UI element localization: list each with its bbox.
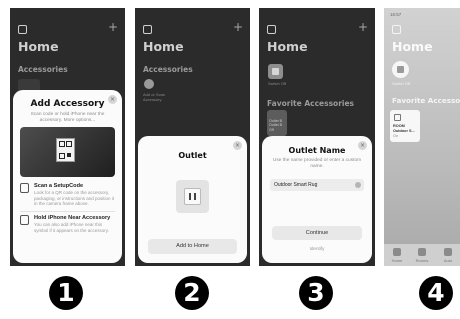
continue-button[interactable]: Continue <box>272 226 362 240</box>
step-number-2: 2 <box>175 276 209 310</box>
switch-icon <box>272 68 279 75</box>
switch-tile[interactable] <box>268 64 283 79</box>
qr-code-icon <box>56 138 75 162</box>
page-title: Home <box>267 39 308 54</box>
option-title: Scan a SetupCode <box>34 183 84 189</box>
status-time: 16:57 <box>390 12 402 17</box>
divider <box>20 211 115 212</box>
sheet-title: Add Accessory <box>30 99 105 109</box>
home-icon <box>143 25 152 34</box>
section-favorite-accessories: Favorite Accessories <box>267 99 355 108</box>
tab-home-label: Home <box>391 258 403 263</box>
switch-tile[interactable] <box>392 61 409 78</box>
section-accessories: Accessories <box>18 65 68 74</box>
sheet-subtitle: Use the name provided or enter a custom … <box>272 158 362 169</box>
sheet-title: Outlet Name <box>288 146 346 155</box>
identify-link[interactable]: Identify <box>262 246 372 251</box>
qr-code-icon <box>20 183 29 193</box>
home-icon <box>267 25 276 34</box>
switch-tile-label: Switch Off <box>268 81 287 86</box>
favorite-tile-name: ROOM Outdoor S... <box>393 124 415 133</box>
outlet-icon <box>176 180 209 213</box>
nfc-icon <box>20 215 29 225</box>
page-title: Home <box>392 39 433 54</box>
close-icon[interactable]: × <box>233 141 242 150</box>
favorite-accessory-tile[interactable]: ROOM Outdoor S... On <box>390 110 420 142</box>
switch-icon <box>397 66 404 73</box>
add-icon[interactable]: + <box>108 21 118 33</box>
home-icon <box>18 25 27 34</box>
page-title: Home <box>143 39 184 54</box>
home-tab-icon[interactable] <box>393 248 401 256</box>
section-favorite-accessories: Favorite Accessories <box>392 96 460 105</box>
rooms-tab-icon[interactable] <box>418 248 426 256</box>
page-title: Home <box>18 39 59 54</box>
option-description: You can also add iPhone near this symbol… <box>34 222 109 233</box>
add-accessory-tile-icon[interactable] <box>144 79 154 89</box>
screen-home-complete: 16:57 Home Switch Off Favorite Accessori… <box>384 8 460 266</box>
tab-bar: Home Rooms Auto <box>384 244 460 266</box>
camera-viewfinder[interactable] <box>20 127 115 177</box>
screen-add-accessory: + Home Accessories × Add Accessory Scan … <box>10 8 125 266</box>
clear-icon[interactable] <box>355 182 361 188</box>
switch-tile-label: Switch Off <box>392 81 411 86</box>
input-value: Outdoor Smart Rug <box>274 182 318 188</box>
favorite-tile-label: Outlet B Outlet B Off <box>269 119 282 132</box>
option-title: Hold iPhone Near Accessory <box>34 215 111 221</box>
automation-tab-icon[interactable] <box>444 248 452 256</box>
add-accessory-sheet: × Add Accessory Scan code or hold iPhone… <box>13 90 122 263</box>
option-description: Look for a QR code on the accessory, pac… <box>34 190 115 206</box>
add-to-home-button[interactable]: Add to Home <box>148 239 237 254</box>
sheet-title: Outlet <box>178 151 207 160</box>
step-number-3: 3 <box>299 276 333 310</box>
tab-automation-label: Auto <box>443 258 453 263</box>
outlet-icon <box>394 114 401 121</box>
favorite-accessory-tile[interactable]: Outlet B Outlet B Off <box>267 110 287 136</box>
home-icon <box>392 25 401 34</box>
sheet-subtitle: Scan code or hold iPhone near the access… <box>30 112 105 123</box>
tab-rooms-label: Rooms <box>415 258 429 263</box>
section-accessories: Accessories <box>143 65 193 74</box>
add-icon[interactable]: + <box>358 21 368 33</box>
outlet-sheet: × Outlet Add to Home <box>138 136 247 263</box>
favorite-tile-state: On <box>393 134 399 138</box>
add-icon[interactable]: + <box>233 21 243 33</box>
outlet-name-sheet: × Outlet Name Use the name provided or e… <box>262 136 372 263</box>
step-number-1: 1 <box>49 276 83 310</box>
hold-iphone-near-option[interactable]: Hold iPhone Near Accessory You can also … <box>20 215 117 243</box>
screen-outlet-name: + Home Switch Off Favorite Accessories O… <box>259 8 375 266</box>
step-number-4: 4 <box>419 276 453 310</box>
accessory-name-input[interactable]: Outdoor Smart Rug <box>270 179 364 191</box>
add-accessory-tile-label: Add or Scan Accessory <box>143 92 166 102</box>
screen-outlet: + Home Accessories Add or Scan Accessory… <box>135 8 250 266</box>
scan-setup-code-option[interactable]: Scan a SetupCode Look for a QR code on t… <box>20 183 117 211</box>
